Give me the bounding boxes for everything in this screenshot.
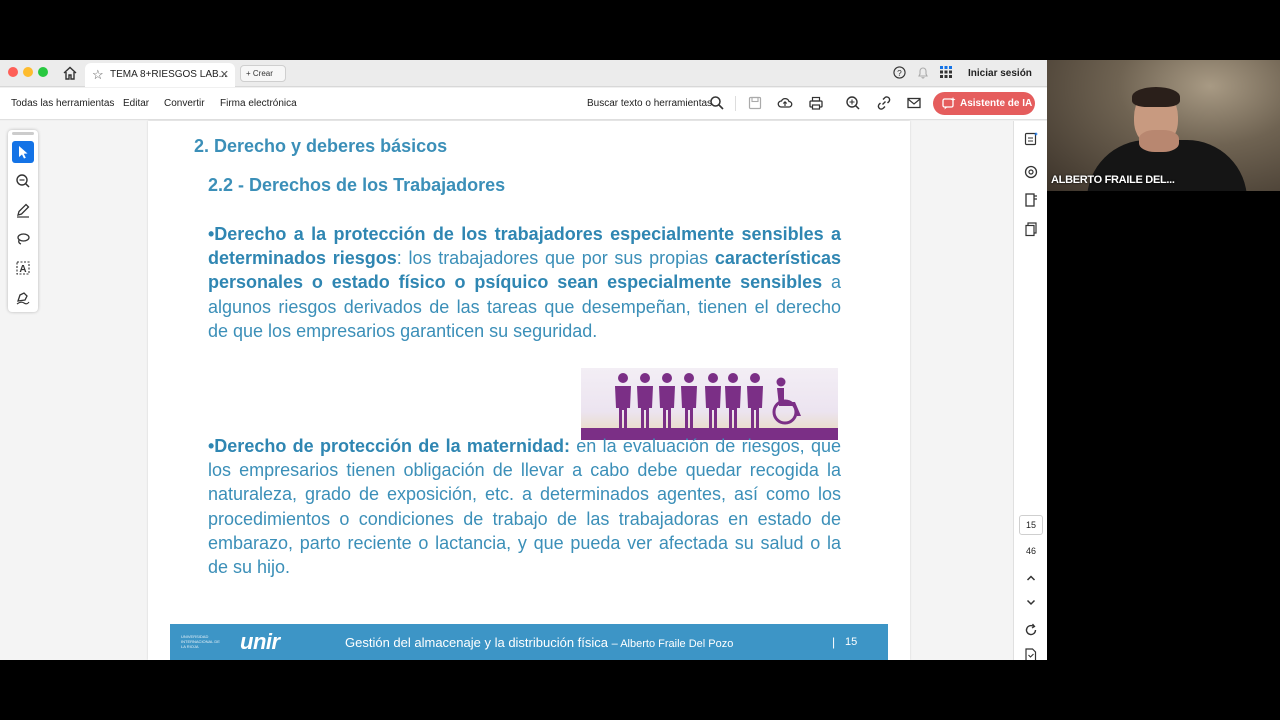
menu-all-tools[interactable]: Todas las herramientas: [11, 98, 114, 109]
person-silhouette: [705, 373, 721, 428]
main-toolbar: Todas las herramientas Editar Convertir …: [0, 88, 1047, 120]
signature-tool[interactable]: [12, 286, 34, 308]
chevron-up-icon[interactable]: [1023, 570, 1039, 586]
p2-text: en la evaluación de riesgos, que los emp…: [208, 436, 841, 578]
tab-title: TEMA 8+RIESGOS LAB...: [110, 69, 227, 80]
pencil-icon: [17, 203, 30, 218]
signin-button[interactable]: Iniciar sesión: [968, 68, 1032, 79]
ai-search-icon[interactable]: [845, 95, 861, 111]
freehand-tool[interactable]: [12, 228, 34, 250]
tab-document[interactable]: ☆ TEMA 8+RIESGOS LAB... ✕: [85, 63, 235, 87]
help-icon[interactable]: ?: [893, 66, 906, 79]
drag-handle[interactable]: [12, 132, 34, 135]
current-page-input[interactable]: 15: [1019, 515, 1043, 535]
upload-cloud-icon[interactable]: [777, 95, 793, 111]
svg-text:?: ?: [897, 68, 902, 78]
minimize-window-button[interactable]: [23, 67, 33, 77]
participant-hands: [1139, 130, 1179, 152]
star-icon[interactable]: ☆: [92, 67, 104, 83]
footer-page-number: 15: [845, 636, 858, 648]
maximize-window-button[interactable]: [38, 67, 48, 77]
person-silhouette: [659, 373, 675, 428]
create-label: Crear: [252, 69, 273, 78]
footer-author: – Alberto Fraile Del Pozo: [611, 638, 734, 650]
search-tools-label[interactable]: Buscar texto o herramientas: [587, 98, 712, 109]
university-name: UNIVERSIDAD INTERNACIONAL DE LA RIOJA: [181, 634, 220, 649]
save-icon[interactable]: [747, 95, 763, 111]
bookmarks-icon[interactable]: [1023, 192, 1039, 208]
comment-tool[interactable]: [12, 170, 34, 192]
webcam-video-tile: ALBERTO FRAILE DEL...: [1047, 60, 1280, 191]
apps-grid-icon[interactable]: [940, 66, 952, 78]
title-bar: ☆ TEMA 8+RIESGOS LAB... ✕ + Crear ? Inic…: [0, 60, 1047, 87]
bell-icon[interactable]: [917, 66, 929, 79]
participant-hair: [1132, 87, 1180, 107]
menu-edit[interactable]: Editar: [123, 98, 149, 109]
person-silhouette: [681, 373, 697, 428]
plus-icon: +: [246, 69, 253, 78]
link-icon[interactable]: [876, 95, 892, 111]
participant-name: ALBERTO FRAILE DEL...: [1051, 174, 1175, 186]
close-window-button[interactable]: [8, 67, 18, 77]
email-icon[interactable]: [906, 95, 922, 111]
unir-logo: unir: [240, 629, 280, 654]
person-silhouette: [637, 373, 653, 428]
quick-tools-rail: A: [8, 130, 38, 312]
footer-title: Gestión del almacenaje y la distribución…: [345, 635, 733, 650]
paragraph-maternity: •Derecho de protección de la maternidad:…: [208, 434, 841, 579]
menu-convert[interactable]: Convertir: [164, 98, 205, 109]
person-silhouette: [747, 373, 763, 428]
comment-zoom-icon: [16, 174, 30, 188]
section-heading: 2. Derecho y deberes básicos: [194, 136, 448, 156]
pages-icon[interactable]: [1023, 221, 1039, 237]
text-tool[interactable]: A: [12, 257, 34, 279]
chevron-down-icon[interactable]: [1023, 594, 1039, 610]
select-tool[interactable]: [12, 141, 34, 163]
workers-illustration: [581, 368, 838, 440]
comments-icon[interactable]: [1023, 164, 1039, 180]
right-side-panel: 15 46: [1013, 121, 1047, 660]
cursor-arrow-icon: [19, 146, 28, 159]
svg-text:A: A: [19, 264, 26, 275]
paragraph-sensitive-workers: •Derecho a la protección de los trabajad…: [208, 222, 841, 343]
total-pages: 46: [1025, 546, 1036, 556]
search-icon[interactable]: [709, 95, 725, 111]
lasso-icon: [17, 233, 30, 245]
ai-assistant-button[interactable]: Asistente de IA: [933, 92, 1035, 115]
footer-divider: |: [832, 635, 836, 649]
footer-course: Gestión del almacenaje y la distribución…: [345, 635, 609, 650]
person-silhouette: [615, 373, 631, 428]
wheelchair-icon: [772, 377, 801, 425]
close-tab-icon[interactable]: ✕: [220, 68, 229, 81]
ai-assistant-icon: [942, 97, 956, 110]
person-silhouette: [725, 373, 741, 428]
ai-document-icon[interactable]: [1023, 131, 1039, 147]
pdf-viewer-window: ☆ TEMA 8+RIESGOS LAB... ✕ + Crear ? Inic…: [0, 60, 1047, 660]
page-fit-icon[interactable]: [1023, 647, 1039, 660]
draw-tool[interactable]: [12, 199, 34, 221]
pdf-page: 2. Derecho y deberes básicos 2.2 - Derec…: [148, 121, 910, 660]
ai-assistant-label: Asistente de IA: [960, 98, 1033, 109]
sign-pen-icon: [16, 292, 30, 305]
create-button[interactable]: + Crear: [240, 65, 286, 82]
text-box-icon: A: [16, 261, 30, 275]
subsection-heading: 2.2 - Derechos de los Trabajadores: [208, 175, 506, 195]
p2-bold-lead: •Derecho de protección de la maternidad:: [208, 436, 570, 456]
p1-text-a: : los trabajadores que por sus propias: [396, 248, 715, 269]
print-icon[interactable]: [808, 95, 824, 111]
refresh-icon[interactable]: [1023, 622, 1039, 638]
menu-esign[interactable]: Firma electrónica: [220, 98, 297, 109]
page-footer: UNIVERSIDAD INTERNACIONAL DE LA RIOJA un…: [170, 624, 888, 660]
home-icon[interactable]: [62, 65, 78, 81]
